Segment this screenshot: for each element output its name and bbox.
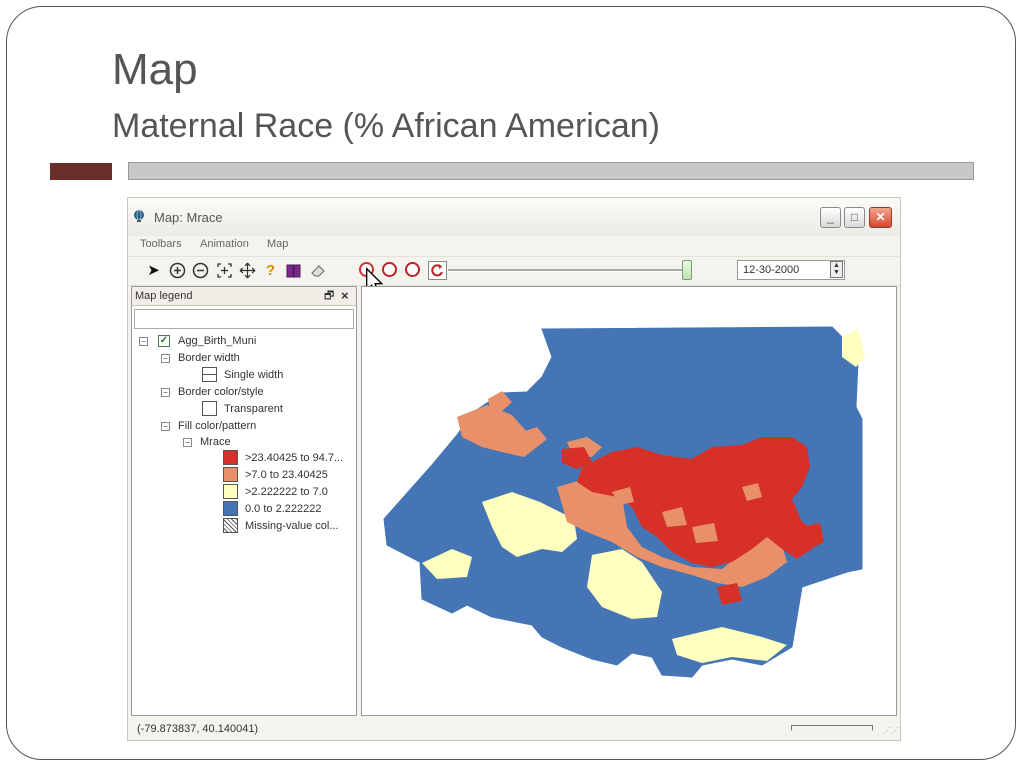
eraser-icon[interactable] [309, 262, 326, 279]
slide-subtitle: Maternal Race (% African American) [112, 107, 660, 145]
maximize-button[interactable]: □ [844, 207, 865, 228]
collapse-icon[interactable]: − [161, 388, 170, 397]
layer-name: Agg_Birth_Muni [178, 335, 257, 347]
cursor-coordinates: (-79.873837, 40.140041) [137, 723, 259, 735]
resize-grip-icon[interactable]: ⋰⋰ [883, 726, 899, 735]
pan-icon[interactable] [239, 262, 256, 279]
slide-title: Map [112, 45, 198, 94]
legend-swatch-low [223, 501, 238, 516]
legend-title: Map legend [135, 290, 193, 302]
border-color-value: Transparent [224, 403, 283, 415]
legend-swatch-mid-high [223, 467, 238, 482]
legend-swatch-mid-low [223, 484, 238, 499]
map-window: Map: Mrace _ □ ✕ Toolbars Animation Map … [127, 197, 901, 741]
window-titlebar[interactable]: Map: Mrace _ □ ✕ [128, 198, 900, 236]
collapse-icon[interactable]: − [161, 354, 170, 363]
refresh-icon[interactable] [428, 261, 447, 280]
single-width-swatch [202, 367, 217, 382]
menu-toolbars[interactable]: Toolbars [140, 238, 182, 250]
legend-close-button[interactable]: × [341, 287, 349, 305]
globe-icon [134, 210, 144, 222]
fill-label: Fill color/pattern [178, 420, 257, 432]
legend-class-label: Missing-value col... [245, 520, 339, 532]
layer-checkbox[interactable]: ✓ [158, 335, 170, 347]
border-width-label: Border width [178, 352, 240, 364]
legend-class-label: >23.40425 to 94.7... [245, 452, 344, 464]
window-title: Map: Mrace [154, 210, 223, 225]
border-width-value: Single width [224, 369, 284, 381]
menu-animation[interactable]: Animation [200, 238, 249, 250]
legend-class-label: >7.0 to 23.40425 [245, 469, 328, 481]
zoom-extent-icon[interactable] [216, 262, 233, 279]
accent-bar-dark [50, 163, 112, 180]
float-icon[interactable]: 🗗 [324, 287, 334, 305]
variable-label: Mrace [200, 436, 231, 448]
collapse-icon[interactable]: − [161, 422, 170, 431]
legend-class-label: 0.0 to 2.222222 [245, 503, 322, 515]
menu-bar: Toolbars Animation Map [128, 236, 900, 256]
animation-slider-track[interactable] [448, 269, 688, 272]
close-button[interactable]: ✕ [869, 207, 892, 228]
legend-header: Map legend 🗗 × [132, 287, 356, 306]
stop-icon[interactable] [405, 262, 420, 277]
select-arrow-icon[interactable]: ➤ [145, 262, 162, 279]
menu-map[interactable]: Map [267, 238, 288, 250]
collapse-icon[interactable]: − [139, 337, 148, 346]
border-color-label: Border color/style [178, 386, 264, 398]
animation-slider-thumb[interactable] [682, 260, 692, 280]
zoom-out-icon[interactable] [192, 262, 209, 279]
map-legend-panel: Map legend 🗗 × − ✓ Agg_Birth_Muni − Bord… [131, 286, 357, 716]
date-field[interactable]: 12-30-2000 [737, 260, 845, 280]
legend-swatch-high [223, 450, 238, 465]
map-canvas[interactable] [361, 286, 897, 716]
minimize-button[interactable]: _ [820, 207, 841, 228]
legend-search-input[interactable] [134, 309, 354, 329]
legend-class-label: >2.222222 to 7.0 [245, 486, 328, 498]
book-icon[interactable] [285, 262, 302, 279]
accent-bar-light [128, 162, 974, 180]
choropleth-map[interactable] [362, 287, 896, 715]
status-progress [791, 725, 873, 731]
legend-swatch-missing [223, 518, 238, 533]
date-spinner[interactable]: ▲ ▼ [830, 261, 843, 278]
zoom-in-icon[interactable] [169, 262, 186, 279]
status-bar: (-79.873837, 40.140041) ⋰⋰ [128, 718, 900, 740]
transparent-swatch [202, 401, 217, 416]
toolbar: ➤ ? 12-30-2000 ▲ ▼ [128, 256, 900, 295]
collapse-icon[interactable]: − [183, 438, 192, 447]
help-icon[interactable]: ? [262, 262, 279, 279]
